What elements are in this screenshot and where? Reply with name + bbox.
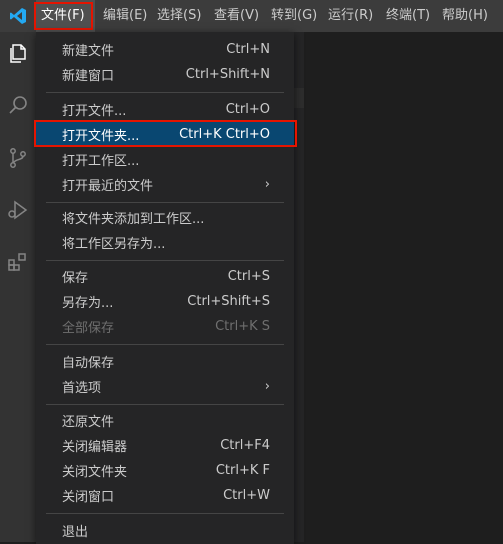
menu-item-close-window[interactable]: 关闭窗口 Ctrl+W bbox=[36, 483, 294, 508]
menu-separator bbox=[46, 260, 284, 261]
menu-item-label: 退出 bbox=[62, 525, 89, 540]
menu-item-label: 打开文件夹... bbox=[62, 129, 140, 144]
menu-run[interactable]: 运行(R) bbox=[323, 0, 381, 32]
menu-bar: 文件(F) 编辑(E) 选择(S) 查看(V) 转到(G) 运行(R) 终端(T… bbox=[36, 0, 497, 32]
menu-item-exit[interactable]: 退出 bbox=[36, 518, 294, 543]
menu-item-preferences[interactable]: 首选项 › bbox=[36, 374, 294, 399]
chevron-right-icon: › bbox=[264, 379, 270, 394]
menu-item-auto-save[interactable]: 自动保存 bbox=[36, 349, 294, 374]
menu-item-add-folder-to-workspace[interactable]: 将文件夹添加到工作区... bbox=[36, 205, 294, 230]
menu-help[interactable]: 帮助(H) bbox=[437, 0, 497, 32]
menu-separator bbox=[46, 92, 284, 93]
menu-item-label: 新建文件 bbox=[62, 44, 115, 59]
menu-item-new-window[interactable]: 新建窗口 Ctrl+Shift+N bbox=[36, 62, 294, 87]
menu-separator bbox=[46, 344, 284, 345]
explorer-icon[interactable] bbox=[0, 36, 36, 72]
menu-item-shortcut: Ctrl+F4 bbox=[220, 438, 270, 453]
menu-selection[interactable]: 选择(S) bbox=[152, 0, 209, 32]
menu-item-shortcut: Ctrl+Shift+N bbox=[185, 67, 270, 82]
run-debug-icon[interactable] bbox=[0, 192, 36, 228]
menu-item-shortcut: Ctrl+K F bbox=[215, 463, 270, 478]
menu-item-shortcut: Ctrl+O bbox=[225, 102, 270, 117]
menu-item-new-file[interactable]: 新建文件 Ctrl+N bbox=[36, 37, 294, 62]
file-menu-dropdown: 新建文件 Ctrl+N 新建窗口 Ctrl+Shift+N 打开文件... Ct… bbox=[36, 32, 294, 544]
menu-item-shortcut: Ctrl+W bbox=[223, 488, 270, 503]
menu-item-label: 还原文件 bbox=[62, 415, 115, 430]
menu-item-label: 将工作区另存为... bbox=[62, 237, 166, 252]
menu-item-label: 打开工作区... bbox=[62, 154, 140, 169]
menu-item-label: 保存 bbox=[62, 271, 89, 286]
menu-separator bbox=[46, 202, 284, 203]
menu-item-label: 关闭文件夹 bbox=[62, 465, 128, 480]
menu-item-open-folder[interactable]: 打开文件夹... Ctrl+K Ctrl+O bbox=[36, 122, 294, 147]
menu-item-close-editor[interactable]: 关闭编辑器 Ctrl+F4 bbox=[36, 433, 294, 458]
menu-separator bbox=[46, 404, 284, 405]
source-control-icon[interactable] bbox=[0, 140, 36, 176]
chevron-right-icon: › bbox=[264, 177, 270, 192]
title-bar: 文件(F) 编辑(E) 选择(S) 查看(V) 转到(G) 运行(R) 终端(T… bbox=[0, 0, 503, 32]
menu-item-close-folder[interactable]: 关闭文件夹 Ctrl+K F bbox=[36, 458, 294, 483]
menu-item-save-workspace-as[interactable]: 将工作区另存为... bbox=[36, 230, 294, 255]
menu-item-label: 打开最近的文件 bbox=[62, 179, 154, 194]
menu-item-shortcut: Ctrl+S bbox=[227, 269, 270, 284]
menu-item-label: 新建窗口 bbox=[62, 69, 115, 84]
menu-item-label: 打开文件... bbox=[62, 104, 127, 119]
menu-item-shortcut: Ctrl+K S bbox=[215, 319, 270, 334]
menu-item-shortcut: Ctrl+K Ctrl+O bbox=[179, 127, 270, 142]
menu-item-label: 关闭窗口 bbox=[62, 490, 115, 505]
menu-item-label: 将文件夹添加到工作区... bbox=[62, 212, 205, 227]
editor-tab-strip bbox=[294, 88, 304, 108]
search-icon[interactable] bbox=[0, 88, 36, 124]
activity-bar bbox=[0, 32, 36, 542]
menu-item-label: 关闭编辑器 bbox=[62, 440, 128, 455]
menu-file[interactable]: 文件(F) bbox=[36, 0, 95, 32]
menu-item-save[interactable]: 保存 Ctrl+S bbox=[36, 264, 294, 289]
menu-item-open-workspace[interactable]: 打开工作区... bbox=[36, 147, 294, 172]
menu-item-save-all: 全部保存 Ctrl+K S bbox=[36, 314, 294, 339]
menu-go[interactable]: 转到(G) bbox=[266, 0, 323, 32]
menu-item-label: 另存为... bbox=[62, 296, 114, 311]
menu-item-revert-file[interactable]: 还原文件 bbox=[36, 408, 294, 433]
vscode-logo-icon bbox=[0, 0, 36, 32]
menu-item-shortcut: Ctrl+Shift+S bbox=[187, 294, 270, 309]
menu-item-label: 自动保存 bbox=[62, 356, 115, 371]
menu-item-open-recent[interactable]: 打开最近的文件 › bbox=[36, 172, 294, 197]
menu-separator bbox=[46, 513, 284, 514]
extensions-icon[interactable] bbox=[0, 244, 36, 280]
menu-item-save-as[interactable]: 另存为... Ctrl+Shift+S bbox=[36, 289, 294, 314]
menu-item-label: 首选项 bbox=[62, 381, 102, 396]
menu-item-open-file[interactable]: 打开文件... Ctrl+O bbox=[36, 97, 294, 122]
menu-edit[interactable]: 编辑(E) bbox=[95, 0, 152, 32]
menu-item-shortcut: Ctrl+N bbox=[226, 42, 270, 57]
menu-terminal[interactable]: 终端(T) bbox=[381, 0, 437, 32]
editor-area bbox=[304, 32, 503, 542]
menu-item-label: 全部保存 bbox=[62, 321, 115, 336]
menu-view[interactable]: 查看(V) bbox=[209, 0, 266, 32]
